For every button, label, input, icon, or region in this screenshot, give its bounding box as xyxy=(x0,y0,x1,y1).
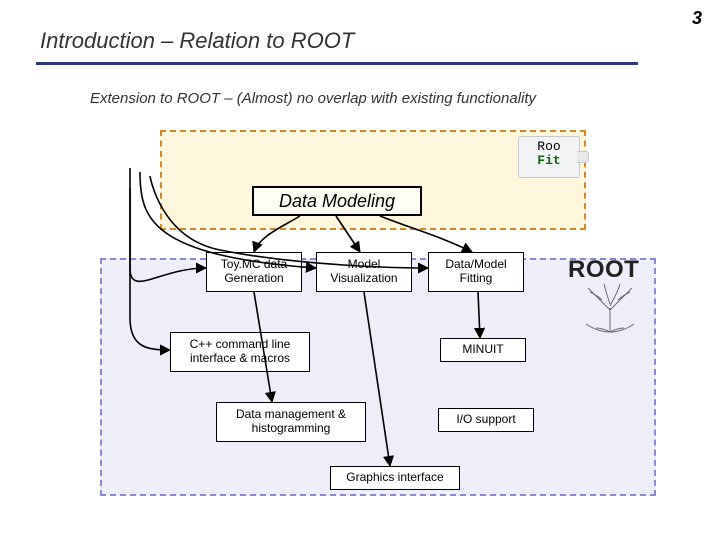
page-number: 3 xyxy=(692,8,702,29)
box-modelvis-l1: Model xyxy=(348,258,381,272)
root-logo-text: ROOT xyxy=(568,256,639,283)
box-toymc: Toy.MC data Generation xyxy=(206,252,302,292)
box-datamgmt-l1: Data management & xyxy=(236,408,346,422)
box-datamgmt-l2: histogramming xyxy=(252,422,331,436)
box-modelvis: Model Visualization xyxy=(316,252,412,292)
box-cli-l2: interface & macros xyxy=(190,352,290,366)
diagram: Roo Fit ROOT xyxy=(100,128,660,518)
box-gfx: Graphics interface xyxy=(330,466,460,490)
box-toymc-l1: Toy.MC data xyxy=(221,258,287,272)
region-root xyxy=(100,258,656,496)
root-logo: ROOT xyxy=(568,256,639,284)
box-toymc-l2: Generation xyxy=(224,272,283,286)
puzzle-nub-icon xyxy=(577,151,589,163)
box-cli-l1: C++ command line xyxy=(190,338,291,352)
root-tree-icon xyxy=(578,282,642,334)
page-title: Introduction – Relation to ROOT xyxy=(40,28,354,54)
title-underline xyxy=(36,62,638,65)
roofit-badge: Roo Fit xyxy=(518,136,580,178)
roofit-line2: Fit xyxy=(537,153,560,168)
box-minuit: MINUIT xyxy=(440,338,526,362)
box-iosupport: I/O support xyxy=(438,408,534,432)
box-data-modeling: Data Modeling xyxy=(252,186,422,216)
box-datamgmt: Data management & histogramming xyxy=(216,402,366,442)
subtitle: Extension to ROOT – (Almost) no overlap … xyxy=(90,90,536,107)
box-modelvis-l2: Visualization xyxy=(330,272,397,286)
box-cli: C++ command line interface & macros xyxy=(170,332,310,372)
roofit-line1: Roo xyxy=(537,139,560,154)
box-fitting-l2: Fitting xyxy=(460,272,493,286)
box-fitting: Data/Model Fitting xyxy=(428,252,524,292)
box-fitting-l1: Data/Model xyxy=(445,258,506,272)
